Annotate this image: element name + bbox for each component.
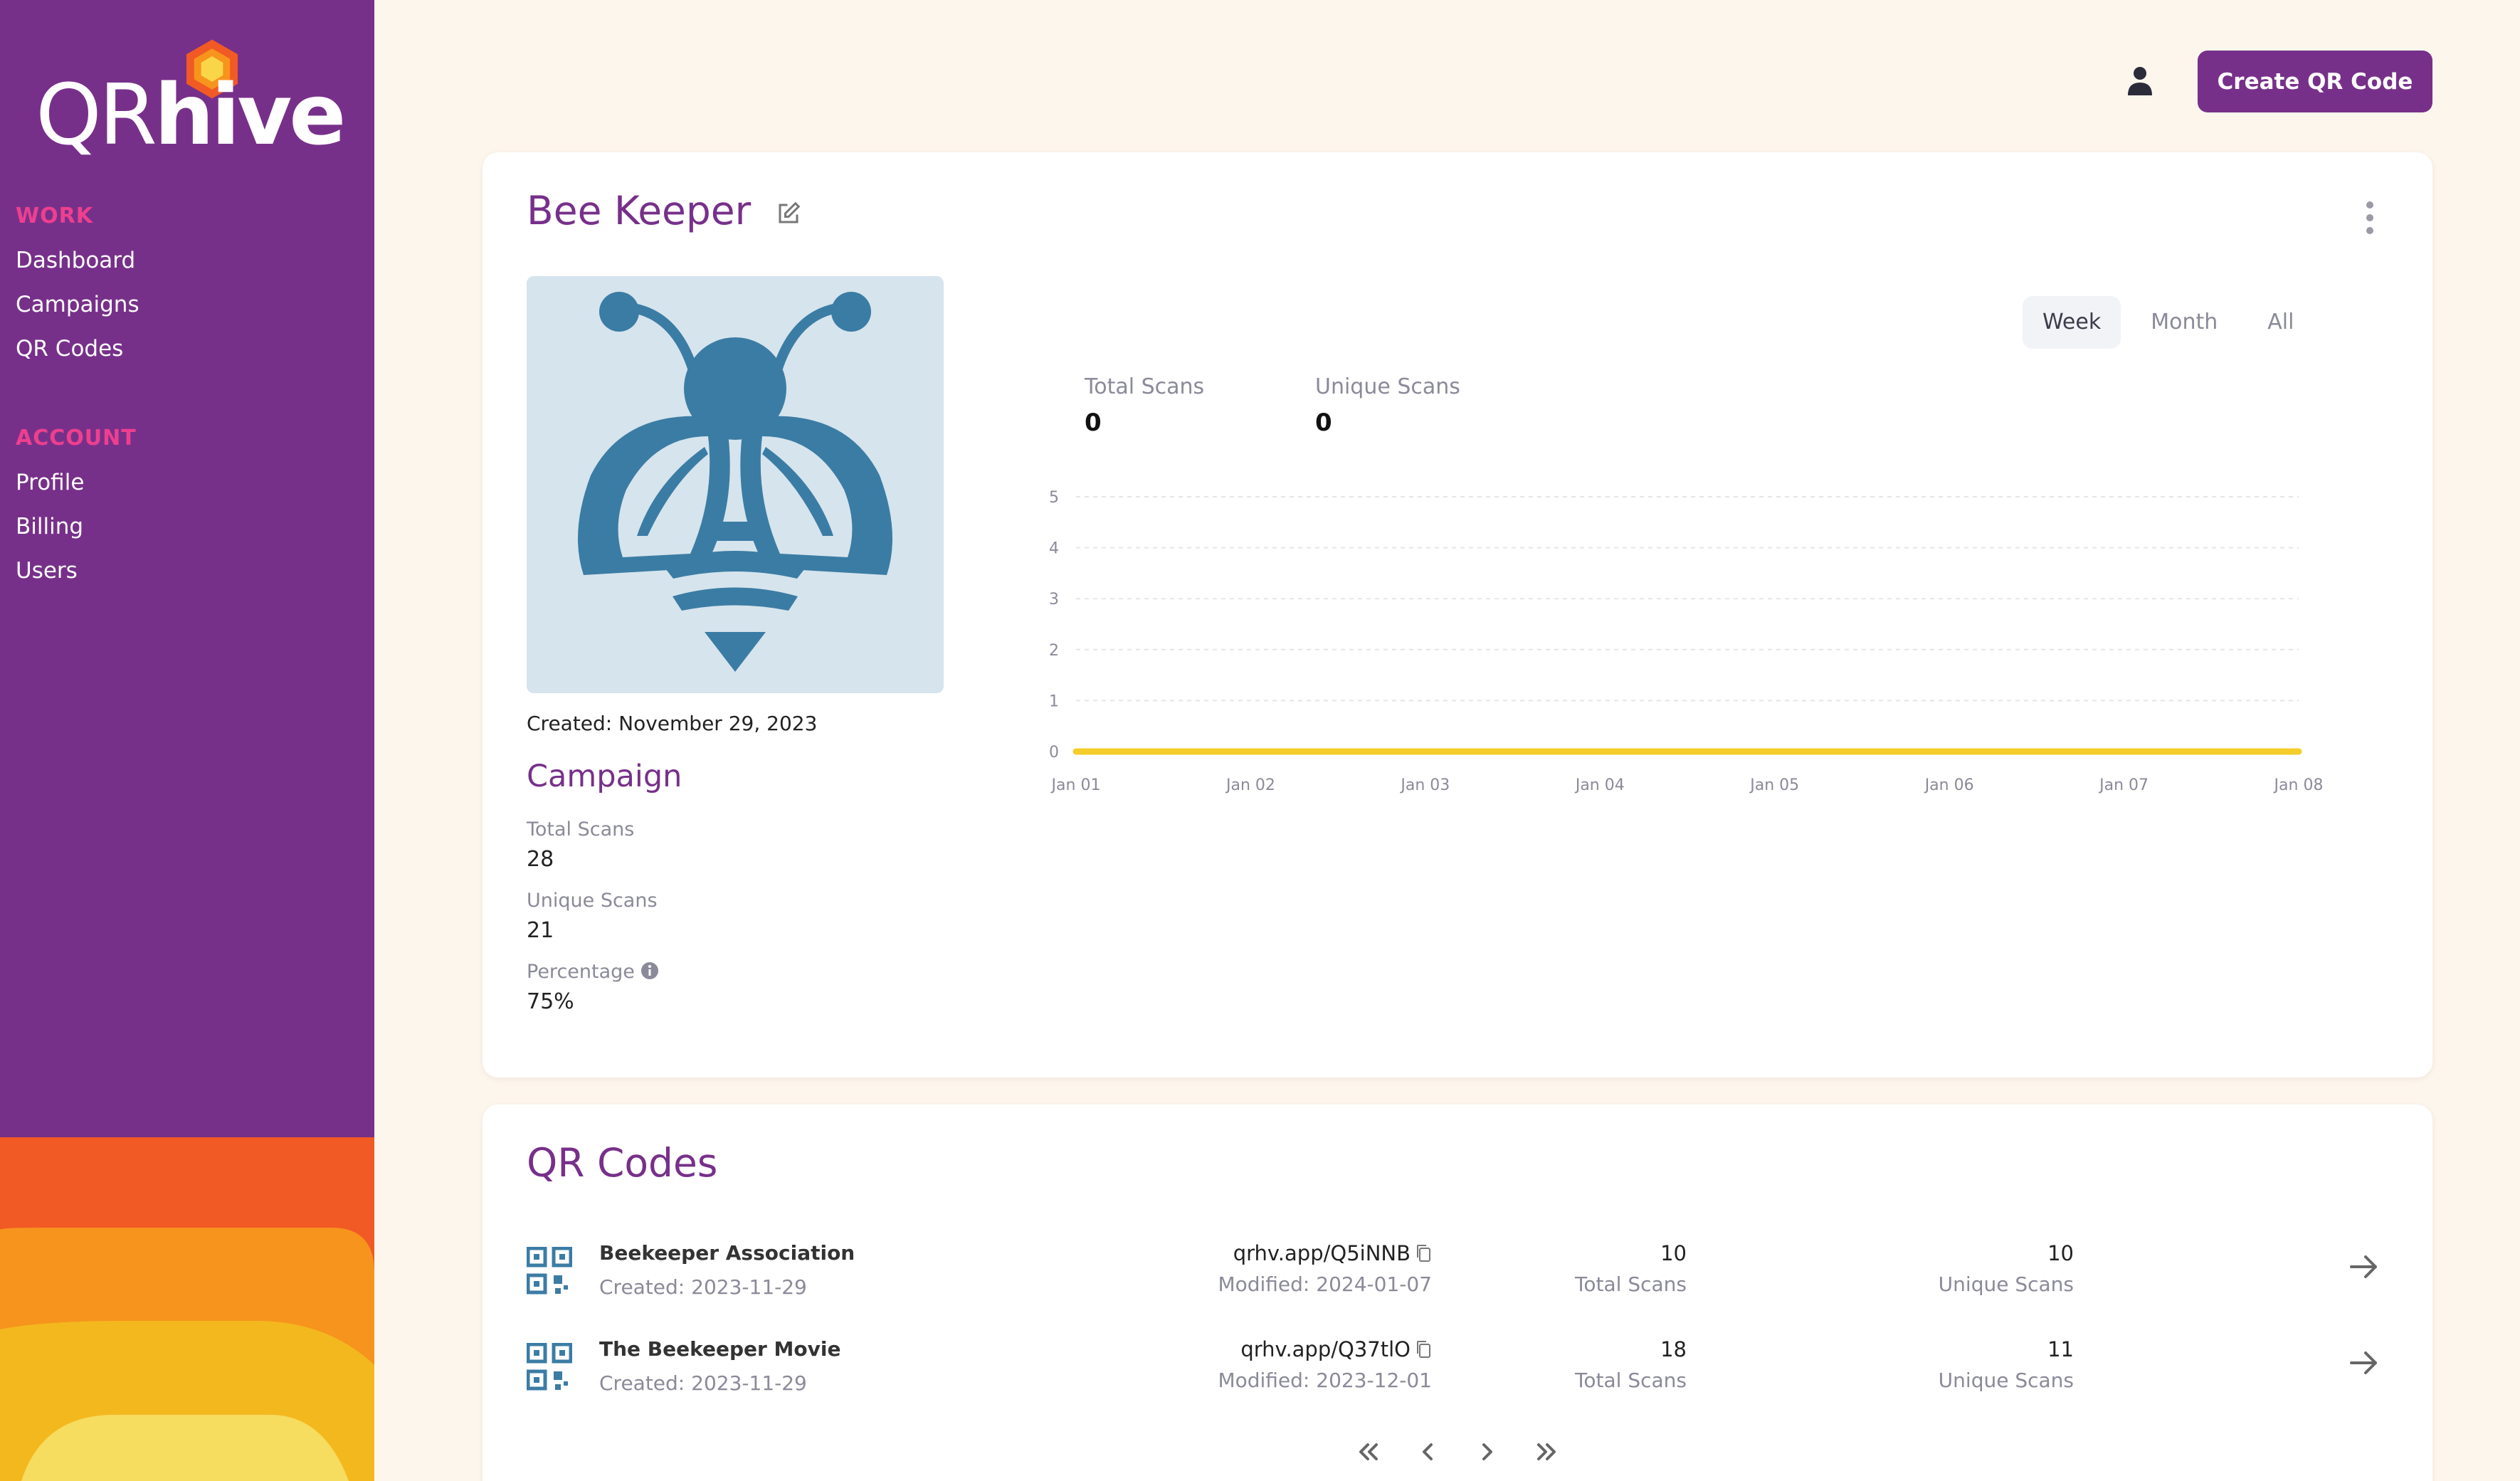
- y-tick-label: 4: [1049, 540, 1059, 558]
- created-date: Created: November 29, 2023: [527, 712, 818, 735]
- x-tick-label: Jan 03: [1399, 776, 1450, 794]
- qr-total-scans: 18: [1660, 1337, 1687, 1361]
- qr-short-url: qrhv.app/Q37tlO: [1240, 1337, 1432, 1361]
- previous-page-icon[interactable]: [1413, 1438, 1442, 1466]
- qr-modified: Modified: 2023-12-01: [1218, 1369, 1432, 1392]
- copy-icon[interactable]: [1415, 1243, 1432, 1263]
- bee-icon: [578, 292, 892, 672]
- qr-code-icon: [527, 1247, 572, 1295]
- sidebar-item-qr-codes[interactable]: QR Codes: [16, 327, 139, 371]
- qr-unique-scans: 11: [2047, 1337, 2074, 1361]
- chart-total-scans-label: Total Scans: [1085, 374, 1205, 399]
- qr-detail-card: Bee Keeper Created: November 29, 2023 Ca…: [483, 152, 2432, 1077]
- percentage-label: Percentage: [527, 961, 659, 983]
- scans-line-chart: 0 1 2 3 4 5 Jan 01 Jan 02 Jan 03 Jan 04 Jan 05 Jan …: [1049, 489, 2324, 794]
- sidebar-item-dashboard[interactable]: Dashboard: [16, 238, 139, 283]
- x-tick-label: Jan 06: [1924, 776, 1974, 794]
- x-tick-label: Jan 07: [2098, 776, 2149, 794]
- nav-heading-work: WORK: [16, 204, 93, 228]
- qr-created: Created: 2023-11-29: [599, 1371, 807, 1395]
- nav-heading-account: ACCOUNT: [16, 426, 137, 450]
- qr-name: The Beekeeper Movie: [599, 1337, 841, 1361]
- sidebar: QRhive WORK Dashboard Campaigns QR Codes…: [0, 0, 374, 1481]
- first-page-icon[interactable]: [1354, 1438, 1382, 1466]
- pagination: [483, 1438, 2432, 1473]
- chart-total-scans-value: 0: [1085, 409, 1102, 437]
- unique-scans-value: 21: [527, 918, 554, 943]
- x-tick-label: Jan 02: [1225, 776, 1275, 794]
- create-qr-code-button[interactable]: Create QR Code: [2198, 51, 2432, 112]
- qr-unique-scans: 10: [2047, 1241, 2074, 1265]
- nav-section-work: WORK Dashboard Campaigns QR Codes: [16, 204, 139, 371]
- logo-wordmark: QRhive: [36, 65, 346, 164]
- chart-unique-scans-label: Unique Scans: [1315, 374, 1460, 399]
- y-tick-label: 0: [1049, 744, 1059, 761]
- qr-short-url: qrhv.app/Q5iNNB: [1233, 1241, 1432, 1265]
- range-tabs: Week Month All: [2023, 296, 2324, 349]
- page-title: Bee Keeper: [527, 188, 752, 233]
- edit-icon[interactable]: [776, 201, 801, 226]
- x-tick-label: Jan 04: [1574, 776, 1625, 794]
- unique-scans-label: Unique Scans: [527, 890, 658, 912]
- arrow-right-icon[interactable]: [2348, 1251, 2380, 1282]
- user-icon[interactable]: [2126, 65, 2153, 97]
- arrow-right-icon[interactable]: [2348, 1347, 2380, 1379]
- sidebar-item-billing[interactable]: Billing: [16, 505, 137, 549]
- campaign-heading: Campaign: [527, 759, 682, 794]
- qrhive-logo[interactable]: QRhive: [36, 36, 346, 164]
- tab-all[interactable]: All: [2247, 296, 2314, 349]
- y-tick-label: 1: [1049, 692, 1059, 710]
- qr-unique-scans-label: Unique Scans: [1938, 1369, 2074, 1392]
- qr-total-scans-label: Total Scans: [1575, 1272, 1687, 1296]
- qr-total-scans: 10: [1660, 1241, 1687, 1265]
- last-page-icon[interactable]: [1533, 1438, 1561, 1466]
- x-tick-label: Jan 08: [2273, 776, 2324, 794]
- info-icon[interactable]: [640, 961, 659, 980]
- tab-week[interactable]: Week: [2023, 296, 2121, 349]
- nav-section-account: ACCOUNT Profile Billing Users: [16, 426, 137, 593]
- copy-icon[interactable]: [1415, 1339, 1432, 1359]
- chart-unique-scans-value: 0: [1315, 409, 1332, 437]
- qr-total-scans-label: Total Scans: [1575, 1369, 1687, 1392]
- qr-name: Beekeeper Association: [599, 1241, 855, 1265]
- tab-month[interactable]: Month: [2131, 296, 2237, 349]
- qr-created: Created: 2023-11-29: [599, 1275, 807, 1299]
- qr-modified: Modified: 2024-01-07: [1218, 1272, 1432, 1296]
- sidebar-item-campaigns[interactable]: Campaigns: [16, 283, 139, 327]
- qr-row[interactable]: Beekeeper Association Created: 2023-11-2…: [527, 1233, 2405, 1318]
- qr-codes-card: QR Codes Beekeeper Association Created: …: [483, 1105, 2432, 1481]
- sidebar-item-users[interactable]: Users: [16, 549, 137, 593]
- y-tick-label: 2: [1049, 642, 1059, 660]
- next-page-icon[interactable]: [1473, 1438, 1502, 1466]
- percentage-value: 75%: [527, 989, 574, 1014]
- y-tick-label: 3: [1049, 591, 1059, 608]
- y-tick-label: 5: [1049, 489, 1059, 507]
- total-scans-value: 28: [527, 847, 554, 872]
- more-vertical-icon[interactable]: [2361, 199, 2378, 236]
- sidebar-item-profile[interactable]: Profile: [16, 460, 137, 505]
- qr-code-image: [527, 276, 944, 693]
- total-scans-label: Total Scans: [527, 818, 635, 840]
- qr-unique-scans-label: Unique Scans: [1938, 1272, 2074, 1296]
- qr-code-icon: [527, 1343, 572, 1391]
- qr-row[interactable]: The Beekeeper Movie Created: 2023-11-29 …: [527, 1329, 2405, 1414]
- x-tick-label: Jan 01: [1050, 776, 1101, 794]
- decorative-waves: [0, 1137, 374, 1481]
- x-tick-label: Jan 05: [1749, 776, 1799, 794]
- qr-codes-title: QR Codes: [527, 1140, 718, 1186]
